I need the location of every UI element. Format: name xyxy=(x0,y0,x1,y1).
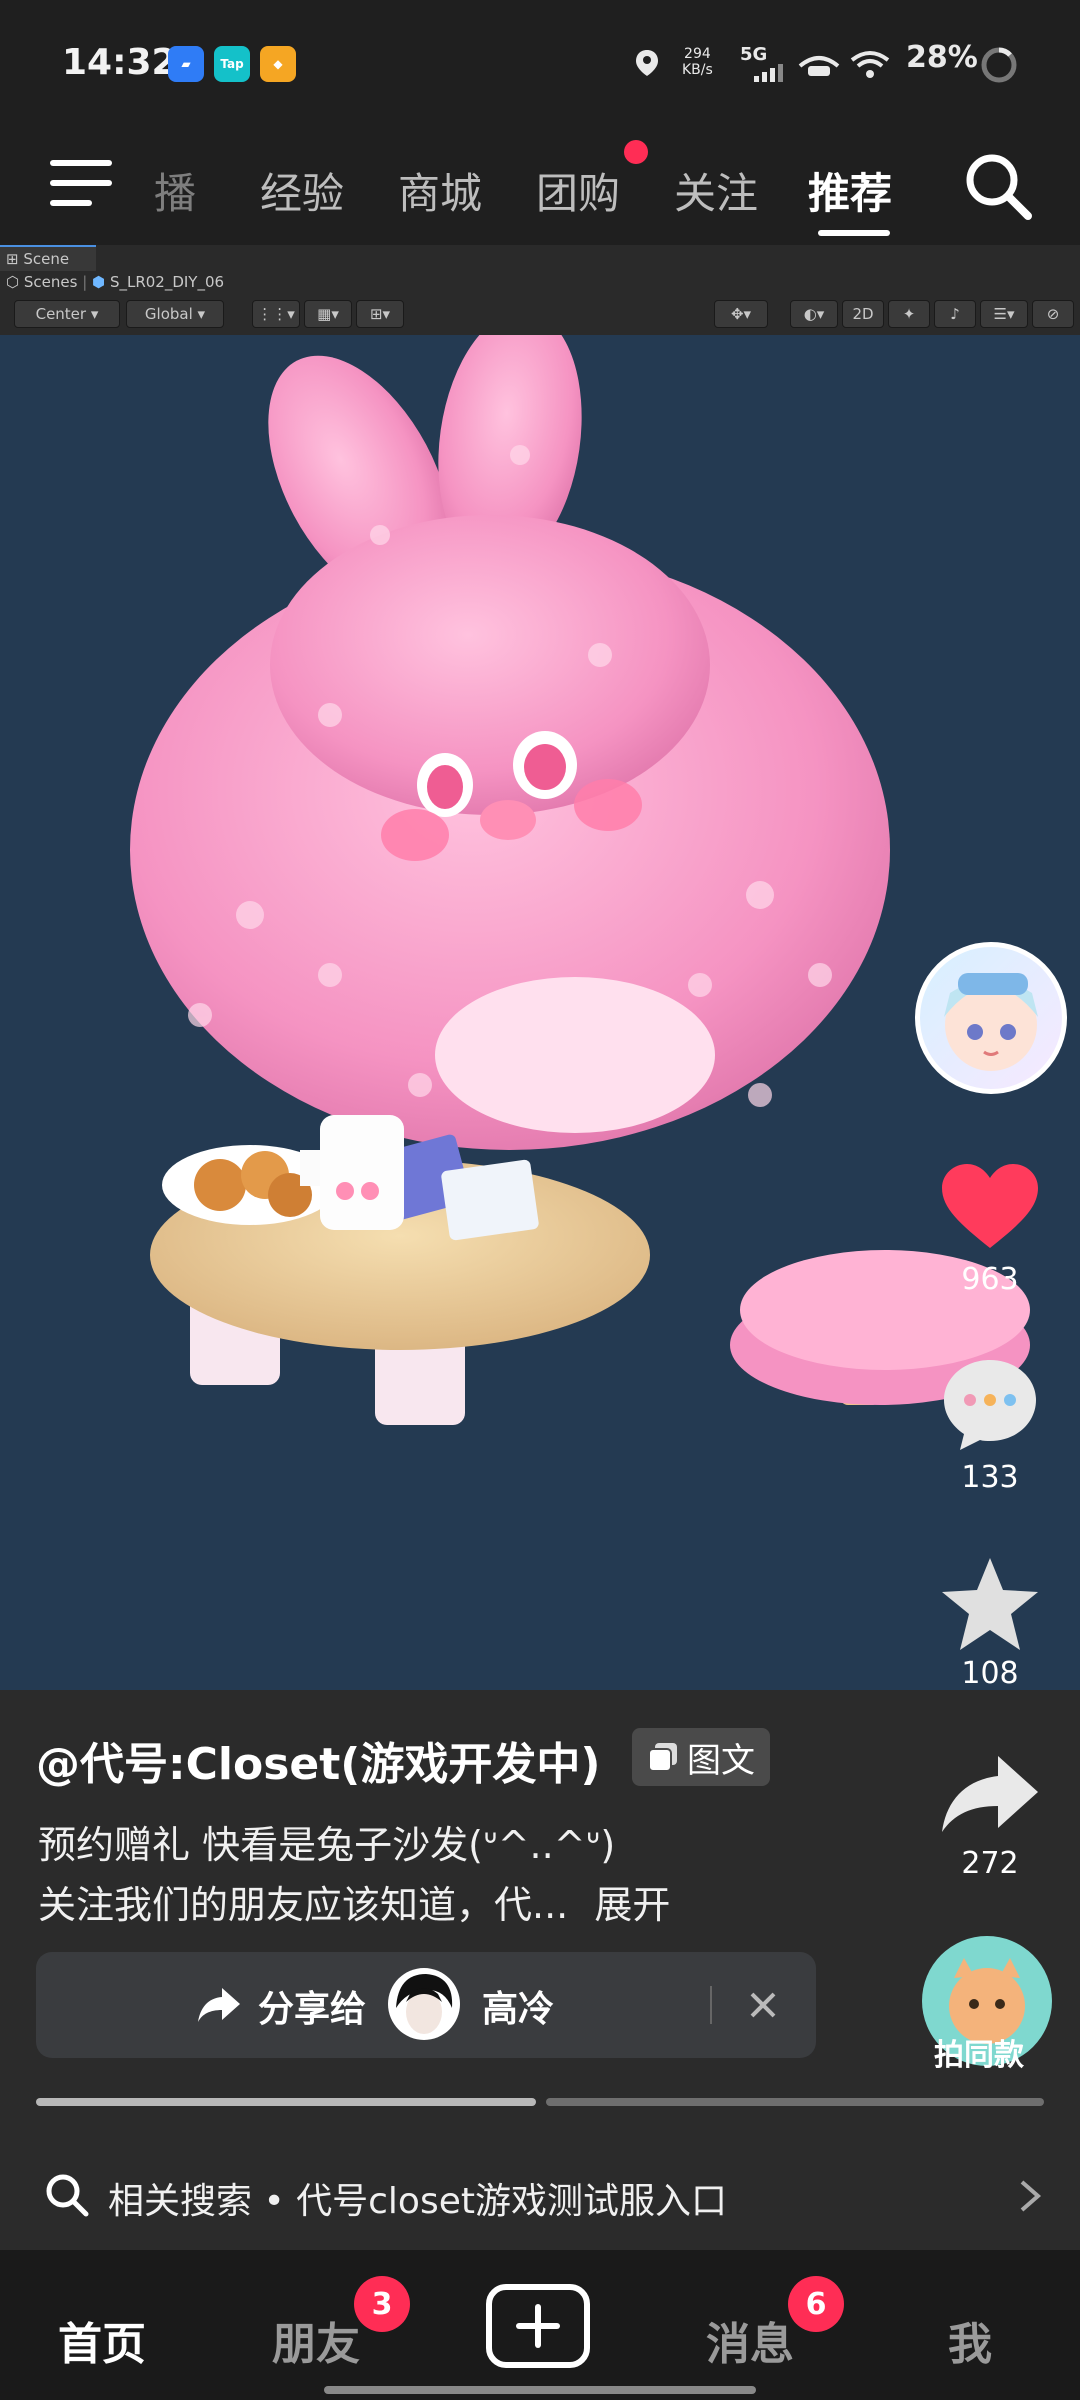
active-tab-indicator xyxy=(818,230,890,236)
tab-mall[interactable]: 商城 xyxy=(398,160,482,221)
plus-icon xyxy=(516,2304,560,2348)
friend-name: 高冷 xyxy=(482,1989,555,2030)
post-description-line2: 关注我们的朋友应该知道，代... 展开 xyxy=(38,1883,671,1927)
net-speed: 294 KB/s xyxy=(682,46,713,78)
signal-icon xyxy=(754,64,783,82)
hotspot-icon xyxy=(798,56,840,76)
image-progress-2 xyxy=(546,2098,1044,2106)
divider xyxy=(710,1986,712,2024)
sofa-belly xyxy=(435,977,715,1133)
shop-app-icon: ◆ xyxy=(260,46,296,82)
effects-button[interactable]: ☰▾ xyxy=(980,300,1028,328)
share-to-friend-bar[interactable]: 分享给 高冷 xyxy=(36,1952,816,2058)
wifi-icon xyxy=(850,51,890,78)
share-label: 分享给 xyxy=(258,1989,367,2030)
space-dropdown[interactable]: Global ▾ xyxy=(126,300,224,328)
breadcrumb[interactable]: ⬡ Scenes | ⬢ S_LR02_DIY_06 xyxy=(6,273,224,291)
creator-avatar[interactable] xyxy=(915,942,1067,1094)
location-icon xyxy=(636,50,658,76)
audio-button[interactable]: ♪ xyxy=(934,300,976,328)
nav-friends[interactable]: 朋友 xyxy=(272,2308,360,2372)
chevron-right-icon[interactable] xyxy=(1018,2178,1042,2214)
author-name[interactable]: @代号:Closet(游戏开发中) xyxy=(36,1728,600,1792)
expand-link[interactable]: 展开 xyxy=(594,1883,670,1927)
close-icon[interactable] xyxy=(748,1990,778,2020)
status-time: 14:32 xyxy=(62,42,177,83)
related-search-text[interactable]: 相关搜索 • 代号closet游戏测试服入口 xyxy=(108,2172,727,2224)
tab-group-buy[interactable]: 团购 xyxy=(536,160,620,221)
tab-experience[interactable]: 经验 xyxy=(260,160,344,221)
nav-me[interactable]: 我 xyxy=(948,2308,992,2372)
home-indicator[interactable] xyxy=(324,2386,756,2394)
same-style-label[interactable]: 拍同款 xyxy=(934,2030,1024,2074)
tab-following[interactable]: 关注 xyxy=(674,160,758,221)
post-type-tag: 图文 xyxy=(632,1728,770,1786)
share-small-icon xyxy=(198,1988,240,2022)
visibility-button[interactable]: ⊘ xyxy=(1032,300,1074,328)
favorite-star-icon[interactable] xyxy=(938,1554,1042,1654)
search-icon[interactable] xyxy=(962,150,1034,222)
comment-count: 133 xyxy=(961,1460,1019,1495)
scene-tab[interactable]: ⊞ Scene xyxy=(0,245,96,271)
grid-snap-button[interactable]: ⋮⋮▾ xyxy=(252,300,300,328)
nav-messages[interactable]: 消息 xyxy=(706,2308,794,2372)
like-count: 963 xyxy=(961,1262,1019,1297)
2d-toggle-button[interactable]: 2D xyxy=(842,300,884,328)
create-post-button[interactable] xyxy=(486,2284,590,2368)
share-arrow-icon[interactable] xyxy=(938,1752,1042,1836)
battery-ring-icon xyxy=(981,47,1017,83)
image-text-icon xyxy=(648,1743,677,1772)
status-bar: 14:32 ▰ Tap ◆ 294 KB/s 5G 28% xyxy=(0,0,1080,120)
like-heart-icon[interactable] xyxy=(940,1162,1040,1252)
post-description-line1: 预约赠礼 快看是兔子沙发(ᐡ^..^ᐡ) xyxy=(38,1823,616,1867)
shading-mode-button[interactable]: ◐▾ xyxy=(790,300,838,328)
pivot-dropdown[interactable]: Center ▾ xyxy=(14,300,120,328)
post-type-label: 图文 xyxy=(687,1740,755,1781)
comment-icon[interactable] xyxy=(940,1356,1040,1452)
image-progress-1 xyxy=(36,2098,536,2106)
related-search-icon xyxy=(46,2174,89,2217)
bunny-head xyxy=(270,515,710,815)
messages-badge: 6 xyxy=(788,2276,844,2332)
favorite-count: 108 xyxy=(961,1656,1019,1691)
notification-dot xyxy=(624,140,648,164)
share-count: 272 xyxy=(961,1846,1019,1881)
friend-avatar xyxy=(388,1968,460,2040)
nav-home[interactable]: 首页 xyxy=(58,2308,146,2372)
battery-percent: 28% xyxy=(906,40,978,75)
tab-live[interactable]: 播 xyxy=(154,160,196,221)
snap-increment-button[interactable]: ▦▾ xyxy=(304,300,352,328)
tool-settings-button[interactable]: ✥▾ xyxy=(714,300,768,328)
coffee-table xyxy=(150,1115,650,1425)
tap-app-icon: Tap xyxy=(214,46,250,82)
grid-toggle-button[interactable]: ⊞▾ xyxy=(356,300,404,328)
app-notification-icon: ▰ xyxy=(168,46,204,82)
unity-scene-toolbar: ⊞ Scene ⬡ Scenes | ⬢ S_LR02_DIY_06 Cente… xyxy=(0,245,1080,335)
menu-icon[interactable] xyxy=(50,160,112,210)
friends-badge: 3 xyxy=(354,2276,410,2332)
tab-recommend[interactable]: 推荐 xyxy=(808,160,892,221)
lighting-button[interactable]: ✦ xyxy=(888,300,930,328)
